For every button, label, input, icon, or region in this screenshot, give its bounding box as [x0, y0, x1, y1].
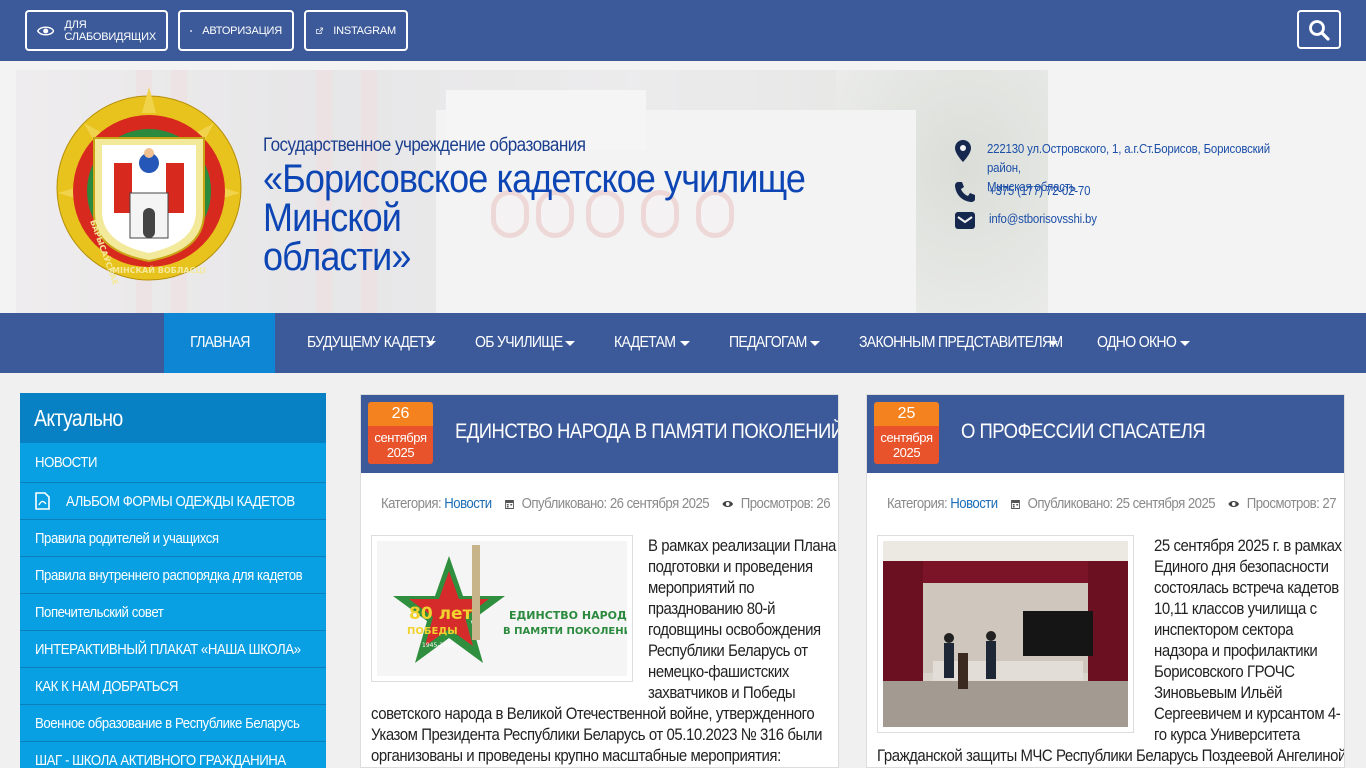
published-date: Опубликовано: 26 сентября 2025	[521, 495, 710, 512]
chevron-down-icon[interactable]	[1048, 341, 1058, 346]
org-name-line-1: «Борисовское кадетское училище Минской	[263, 157, 806, 240]
instagram-button[interactable]: INSTAGRAM	[304, 10, 408, 51]
envelope-icon	[955, 212, 975, 229]
nav-item-one-window[interactable]: ОДНО ОКНО	[1097, 313, 1192, 373]
sidebar-item-poster[interactable]: ИНТЕРАКТИВНЫЙ ПЛАКАТ «НАША ШКОЛА»	[20, 631, 326, 668]
date-year: 2025	[892, 445, 921, 460]
news-excerpt-full: советского народа в Великой Отечественно…	[371, 704, 823, 765]
chevron-down-icon[interactable]	[426, 341, 436, 346]
auth-button[interactable]: АВТОРИЗАЦИЯ	[178, 10, 294, 51]
news-excerpt-wrap: 25 сентября 2025 г. в рамках Единого дня…	[1154, 536, 1342, 744]
category-label: Категория:	[381, 495, 442, 512]
address-line-1: 222130 ул.Островского, 1, а.г.Ст.Борисов…	[986, 141, 1270, 175]
date-year: 2025	[386, 445, 415, 460]
nav-label-cadets: КАДЕТАМ	[614, 334, 676, 351]
eye-icon	[722, 500, 733, 507]
phone-icon	[955, 182, 975, 202]
nav-item-parents[interactable]: ЗАКОННЫМ ПРЕДСТАВИТЕЛЯМ	[859, 313, 1063, 373]
nav-label-future-cadet: БУДУЩЕМУ КАДЕТУ	[307, 334, 435, 351]
news-thumbnail[interactable]: 80 лет ПОБЕДЫ 1945-2025 ЕДИНСТВО НАРОДА …	[371, 535, 640, 682]
news-card-header: 26 сентября 2025 ЕДИНСТВО НАРОДА В ПАМЯТИ…	[361, 395, 838, 473]
sidebar-item-active-citizen[interactable]: ШАГ - ШКОЛА АКТИВНОГО ГРАЖДАНИНА	[20, 742, 326, 768]
news-card: 26 сентября 2025 ЕДИНСТВО НАРОДА В ПАМЯТИ…	[360, 394, 839, 768]
sidebar-item-parent-rules[interactable]: Правила родителей и учащихся	[20, 520, 326, 557]
calendar-icon	[504, 499, 514, 509]
category-link[interactable]: Новости	[950, 495, 998, 512]
phone-row[interactable]: +375 (177) 72-02-70	[954, 181, 1104, 206]
image-text-memory: В ПАМЯТИ ПОКОЛЕНИЙ	[503, 624, 627, 637]
auditorium-photo	[883, 541, 1128, 727]
sidebar-item-directions[interactable]: КАК К НАМ ДОБРАТЬСЯ	[20, 668, 326, 705]
phone-link[interactable]: +375 (177) 72-02-70	[989, 181, 1090, 206]
nav-label-about: ОБ УЧИЛИЩЕ	[475, 334, 563, 351]
search-icon	[1309, 19, 1330, 41]
nav-label-one-window: ОДНО ОКНО	[1097, 334, 1177, 351]
published-date: Опубликовано: 25 сентября 2025	[1027, 495, 1216, 512]
news-card-header: 25 сентября 2025 О ПРОФЕССИИ СПАСАТЕЛЯ	[867, 395, 1344, 473]
sidebar-item-news[interactable]: НОВОСТИ	[20, 443, 326, 483]
low-vision-label: ДЛЯ СЛАБОВИДЯЩИХ	[64, 18, 156, 43]
auth-label: АВТОРИЗАЦИЯ	[202, 24, 282, 37]
news-excerpt-wrap: В рамках реализации Плана подготовки и п…	[648, 536, 836, 702]
search-button[interactable]	[1297, 10, 1341, 49]
email-row[interactable]: info@stborisovsshi.by	[954, 209, 1111, 234]
news-thumbnail[interactable]	[877, 535, 1134, 733]
news-card: 25 сентября 2025 О ПРОФЕССИИ СПАСАТЕЛЯ Ка…	[866, 394, 1345, 768]
sidebar-item-board[interactable]: Попечительский совет	[20, 594, 326, 631]
pdf-file-icon	[35, 492, 50, 510]
emblem-text-bottom: МІНСКАЙ ВОБЛАСЦІ	[112, 264, 206, 275]
views-count: Просмотров: 26	[740, 495, 831, 512]
calendar-icon	[1010, 499, 1020, 509]
chevron-down-icon[interactable]	[680, 341, 690, 346]
sidebar-title: Актуально	[20, 393, 326, 443]
date-day: 26	[368, 402, 433, 426]
nav-label-parents: ЗАКОННЫМ ПРЕДСТАВИТЕЛЯМ	[859, 334, 1063, 351]
views-count: Просмотров: 27	[1246, 495, 1337, 512]
image-text-80: 80 лет	[409, 604, 473, 624]
date-month: сентября	[374, 430, 427, 445]
sidebar-item-military-education[interactable]: Военное образование в Республике Беларус…	[20, 705, 326, 742]
sidebar-item-uniform-album[interactable]: АЛЬБОМ ФОРМЫ ОДЕЖДЫ КАДЕТОВ	[20, 483, 326, 520]
category-label: Категория:	[887, 495, 948, 512]
map-marker-icon	[955, 140, 971, 162]
eye-icon	[1228, 500, 1239, 507]
news-meta: Категория: Новости Опубликовано: 25 сент…	[887, 495, 1337, 512]
org-name-line-2: области»	[263, 235, 411, 279]
low-vision-button[interactable]: ДЛЯ СЛАБОВИДЯЩИХ	[25, 10, 168, 51]
org-type-label: Государственное учреждение образования	[263, 135, 586, 156]
main-nav: ГЛАВНАЯ БУДУЩЕМУ КАДЕТУ ОБ УЧИЛИЩЕ КАДЕТ…	[0, 313, 1366, 373]
news-title-link[interactable]: ЕДИНСТВО НАРОДА В ПАМЯТИ ПОКОЛЕНИЙ	[455, 420, 838, 444]
chevron-down-icon[interactable]	[565, 341, 575, 346]
school-emblem-logo: БАРЫСАЎСКАЕ КАДЭЦКАЕ ВУЧЫЛІШЧА МІНСКАЙ В…	[56, 87, 242, 287]
date-badge: 25 сентября 2025	[874, 402, 939, 464]
external-link-icon	[316, 27, 324, 34]
news-excerpt-full: Гражданской защиты МЧС Республики Белару…	[877, 746, 1345, 765]
date-badge: 26 сентября 2025	[368, 402, 433, 464]
top-bar: ДЛЯ СЛАБОВИДЯЩИХ АВТОРИЗАЦИЯ INSTAGRAM	[0, 0, 1366, 61]
instagram-label: INSTAGRAM	[333, 24, 396, 37]
victory-80-image: 80 лет ПОБЕДЫ 1945-2025 ЕДИНСТВО НАРОДА …	[377, 541, 640, 676]
image-text-years: 1945-2025	[422, 642, 455, 649]
nav-label-home: ГЛАВНАЯ	[189, 334, 250, 351]
image-text-unity: ЕДИНСТВО НАРОДА	[509, 609, 627, 622]
category-link[interactable]: Новости	[444, 495, 492, 512]
email-link[interactable]: info@stborisovsshi.by	[989, 209, 1097, 234]
news-title-link[interactable]: О ПРОФЕССИИ СПАСАТЕЛЯ	[961, 420, 1206, 444]
sidebar-actual: Актуально НОВОСТИ АЛЬБОМ ФОРМЫ ОДЕЖДЫ КА…	[20, 393, 326, 768]
org-name-title: «Борисовское кадетское училище Минской о…	[263, 157, 857, 279]
date-day: 25	[874, 402, 939, 426]
user-circle-icon	[190, 29, 193, 32]
eye-icon	[37, 25, 55, 36]
sidebar-item-internal-rules[interactable]: Правила внутреннего распорядка для кадет…	[20, 557, 326, 594]
nav-label-teachers: ПЕДАГОГАМ	[729, 334, 807, 351]
chevron-down-icon[interactable]	[810, 341, 820, 346]
news-meta: Категория: Новости Опубликовано: 26 сент…	[381, 495, 831, 512]
image-text-victory: ПОБЕДЫ	[407, 626, 458, 637]
nav-item-home[interactable]: ГЛАВНАЯ	[164, 313, 275, 373]
chevron-down-icon[interactable]	[1180, 341, 1190, 346]
date-month: сентября	[880, 430, 933, 445]
